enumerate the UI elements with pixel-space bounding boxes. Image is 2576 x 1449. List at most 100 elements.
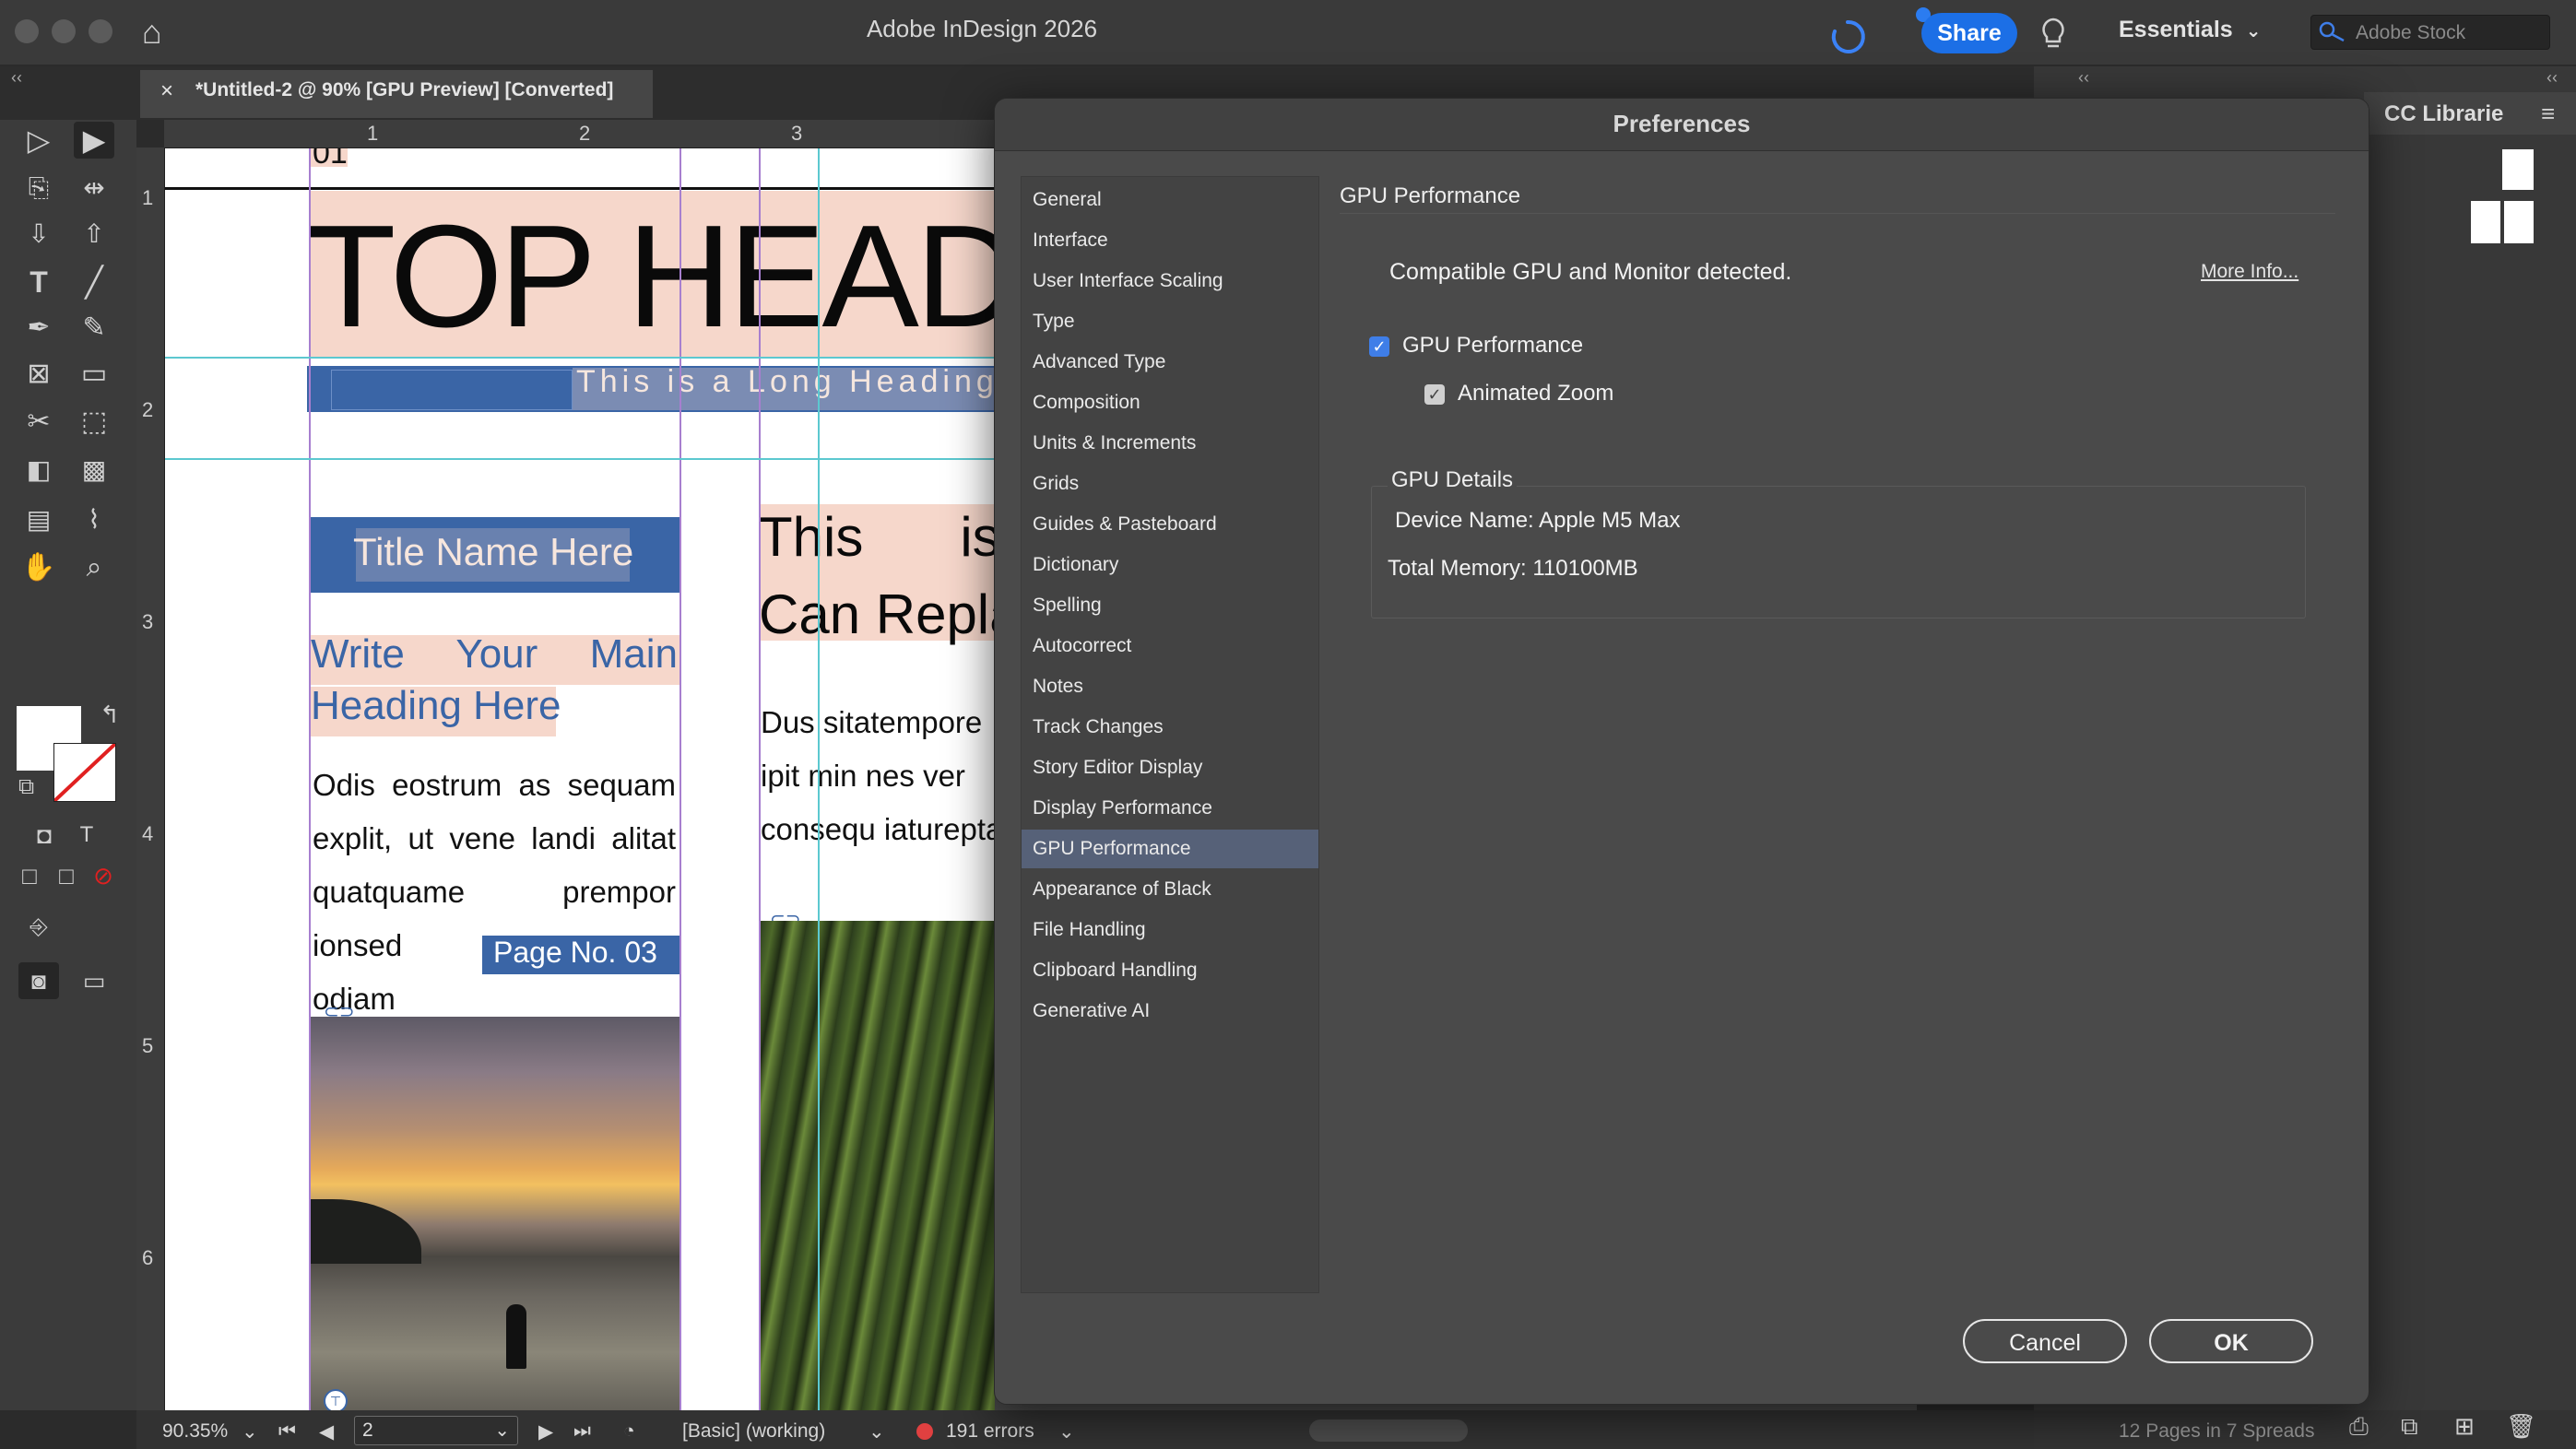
category-autocorrect[interactable]: Autocorrect bbox=[1022, 627, 1318, 666]
more-info-link[interactable]: More Info... bbox=[2201, 261, 2298, 283]
category-file-handling[interactable]: File Handling bbox=[1022, 911, 1318, 949]
animated-zoom-label[interactable]: Animated Zoom bbox=[1458, 381, 1613, 406]
collapse-panels-icon[interactable]: ‹‹ bbox=[11, 68, 22, 88]
column-guide bbox=[759, 148, 761, 1417]
note-tool-icon[interactable]: ▤ bbox=[18, 501, 59, 538]
page-number-field[interactable]: 2 ⌄ bbox=[354, 1416, 518, 1445]
category-display-performance[interactable]: Display Performance bbox=[1022, 789, 1318, 828]
lightbulb-icon[interactable] bbox=[2039, 17, 2067, 52]
content-collector-icon[interactable]: ⇩ bbox=[18, 216, 59, 253]
apply-color-icon[interactable]: □ bbox=[9, 857, 50, 894]
workspace-switcher[interactable]: Essentials ⌄ bbox=[2119, 17, 2261, 43]
normal-view-mode-icon[interactable]: ◙ bbox=[18, 962, 59, 999]
chevron-down-icon[interactable]: ⌄ bbox=[242, 1420, 258, 1443]
body-text-frame[interactable]: Odis eostrum as sequam explit, ut vene l… bbox=[313, 759, 676, 1026]
chevron-down-icon[interactable]: ⌄ bbox=[869, 1420, 885, 1443]
category-track-changes[interactable]: Track Changes bbox=[1022, 708, 1318, 747]
zoom-level-field[interactable]: 90.35% bbox=[162, 1420, 228, 1443]
ok-button[interactable]: OK bbox=[2149, 1319, 2313, 1363]
category-grids[interactable]: Grids bbox=[1022, 465, 1318, 503]
content-placer-icon[interactable]: ⇧ bbox=[74, 216, 114, 253]
default-fill-stroke-icon[interactable]: ⧉ bbox=[18, 774, 34, 800]
body-line: Dus sitatempore bbox=[761, 705, 983, 739]
category-appearance-of-black[interactable]: Appearance of Black bbox=[1022, 870, 1318, 909]
document-page[interactable]: 01 TOP HEADL This is a Long Heading Titl… bbox=[165, 148, 995, 1417]
preflight-profile[interactable]: [Basic] (working) bbox=[682, 1420, 825, 1443]
hand-tool-icon[interactable]: ✋ bbox=[18, 549, 59, 586]
library-thumbnail[interactable] bbox=[2504, 201, 2534, 243]
search-icon bbox=[2319, 21, 2345, 42]
animated-zoom-checkbox[interactable]: ✓ bbox=[1424, 384, 1445, 405]
right-body-frame[interactable]: Dus sitatempore ipit min nes ver consequ… bbox=[761, 696, 995, 856]
library-thumbnail[interactable] bbox=[2471, 201, 2500, 243]
category-guides-pasteboard[interactable]: Guides & Pasteboard bbox=[1022, 505, 1318, 544]
next-page-icon[interactable]: ▶ bbox=[538, 1420, 553, 1443]
preflight-errors[interactable]: 191 errors bbox=[946, 1420, 1034, 1443]
direct-selection-tool-icon[interactable]: ▶ bbox=[74, 122, 114, 159]
scissors-tool-icon[interactable]: ✂ bbox=[18, 404, 59, 441]
chevron-down-icon[interactable]: ⌄ bbox=[1058, 1420, 1075, 1443]
category-dictionary[interactable]: Dictionary bbox=[1022, 546, 1318, 584]
category-gpu-performance[interactable]: GPU Performance bbox=[1022, 830, 1318, 868]
delete-page-icon[interactable]: 🗑 bbox=[2506, 1412, 2536, 1441]
collapse-dock-icon[interactable]: ‹‹ bbox=[2078, 68, 2089, 88]
new-page-icon[interactable]: ⊞ bbox=[2454, 1412, 2475, 1441]
category-type[interactable]: Type bbox=[1022, 302, 1318, 341]
edit-in-mode-icon[interactable]: ⎆ bbox=[18, 909, 59, 946]
gpu-performance-checkbox[interactable]: ✓ bbox=[1369, 336, 1389, 357]
vertical-ruler[interactable]: 1 2 3 4 5 6 bbox=[136, 147, 165, 1420]
dialog-title: Preferences bbox=[1613, 110, 1751, 137]
expand-dock-icon[interactable]: ‹‹ bbox=[2546, 68, 2558, 88]
last-page-icon[interactable]: ⏭ bbox=[573, 1420, 591, 1443]
zoom-tool-icon[interactable]: ⌕ bbox=[74, 549, 114, 586]
apply-none-icon[interactable]: ⊘ bbox=[83, 857, 124, 894]
duplicate-page-icon[interactable]: ⧉ bbox=[2401, 1412, 2418, 1442]
formatting-text-icon[interactable]: T bbox=[66, 817, 107, 854]
forest-photo[interactable] bbox=[761, 921, 995, 1417]
cancel-button[interactable]: Cancel bbox=[1963, 1319, 2127, 1363]
category-spelling[interactable]: Spelling bbox=[1022, 586, 1318, 625]
library-thumbnail[interactable] bbox=[2502, 149, 2534, 190]
category-ui-scaling[interactable]: User Interface Scaling bbox=[1022, 262, 1318, 300]
share-button[interactable]: Share bbox=[1921, 13, 2017, 53]
category-generative-ai[interactable]: Generative AI bbox=[1022, 992, 1318, 1031]
horizontal-scrollbar[interactable] bbox=[1309, 1420, 1468, 1442]
gpu-performance-label[interactable]: GPU Performance bbox=[1402, 333, 1583, 359]
page-size-icon[interactable]: ⎙ bbox=[2349, 1412, 2369, 1442]
type-tool-icon[interactable]: T bbox=[18, 264, 59, 300]
panel-menu-icon[interactable]: ≡ bbox=[2541, 100, 2555, 128]
first-page-icon[interactable]: ⏮ bbox=[278, 1420, 296, 1443]
rectangle-frame-tool-icon[interactable]: ⊠ bbox=[18, 356, 59, 393]
rectangle-tool-icon[interactable]: ▭ bbox=[74, 356, 114, 393]
close-tab-icon[interactable]: × bbox=[160, 78, 173, 104]
right-heading-line: This is a bbox=[759, 506, 995, 568]
category-clipboard-handling[interactable]: Clipboard Handling bbox=[1022, 951, 1318, 990]
body-line: ipit min nes ver bbox=[761, 759, 965, 793]
pages-count: 12 Pages in 7 Spreads bbox=[2119, 1420, 2315, 1442]
gradient-swatch-tool-icon[interactable]: ◧ bbox=[18, 452, 59, 489]
formatting-container-icon[interactable]: ◘ bbox=[24, 817, 65, 854]
previous-page-icon[interactable]: ◀ bbox=[319, 1420, 334, 1443]
gap-tool-icon[interactable]: ⇹ bbox=[74, 170, 114, 206]
line-tool-icon[interactable]: ╱ bbox=[74, 264, 114, 300]
category-interface[interactable]: Interface bbox=[1022, 221, 1318, 260]
screen-mode-icon[interactable]: ▭ bbox=[74, 962, 114, 999]
preflight-profile-icon[interactable]: ◔ bbox=[623, 1420, 635, 1443]
category-advanced-type[interactable]: Advanced Type bbox=[1022, 343, 1318, 382]
category-story-editor-display[interactable]: Story Editor Display bbox=[1022, 748, 1318, 787]
pencil-tool-icon[interactable]: ✎ bbox=[74, 310, 114, 347]
eyedropper-tool-icon[interactable]: ⌇ bbox=[74, 501, 114, 538]
page-tool-icon[interactable]: ⎘ bbox=[18, 170, 59, 206]
free-transform-tool-icon[interactable]: ⬚ bbox=[74, 404, 114, 441]
stroke-swatch[interactable] bbox=[53, 743, 116, 802]
gradient-feather-tool-icon[interactable]: ▩ bbox=[74, 452, 114, 489]
pen-tool-icon[interactable]: ✒ bbox=[18, 310, 59, 347]
selection-tool-icon[interactable]: ▷ bbox=[18, 122, 59, 159]
apply-gradient-icon[interactable]: □ bbox=[46, 857, 87, 894]
category-units-increments[interactable]: Units & Increments bbox=[1022, 424, 1318, 463]
swap-fill-stroke-icon[interactable]: ↰ bbox=[100, 701, 120, 729]
category-general[interactable]: General bbox=[1022, 181, 1318, 219]
category-composition[interactable]: Composition bbox=[1022, 383, 1318, 422]
adobe-stock-search-input[interactable]: Adobe Stock bbox=[2310, 15, 2550, 50]
category-notes[interactable]: Notes bbox=[1022, 667, 1318, 706]
